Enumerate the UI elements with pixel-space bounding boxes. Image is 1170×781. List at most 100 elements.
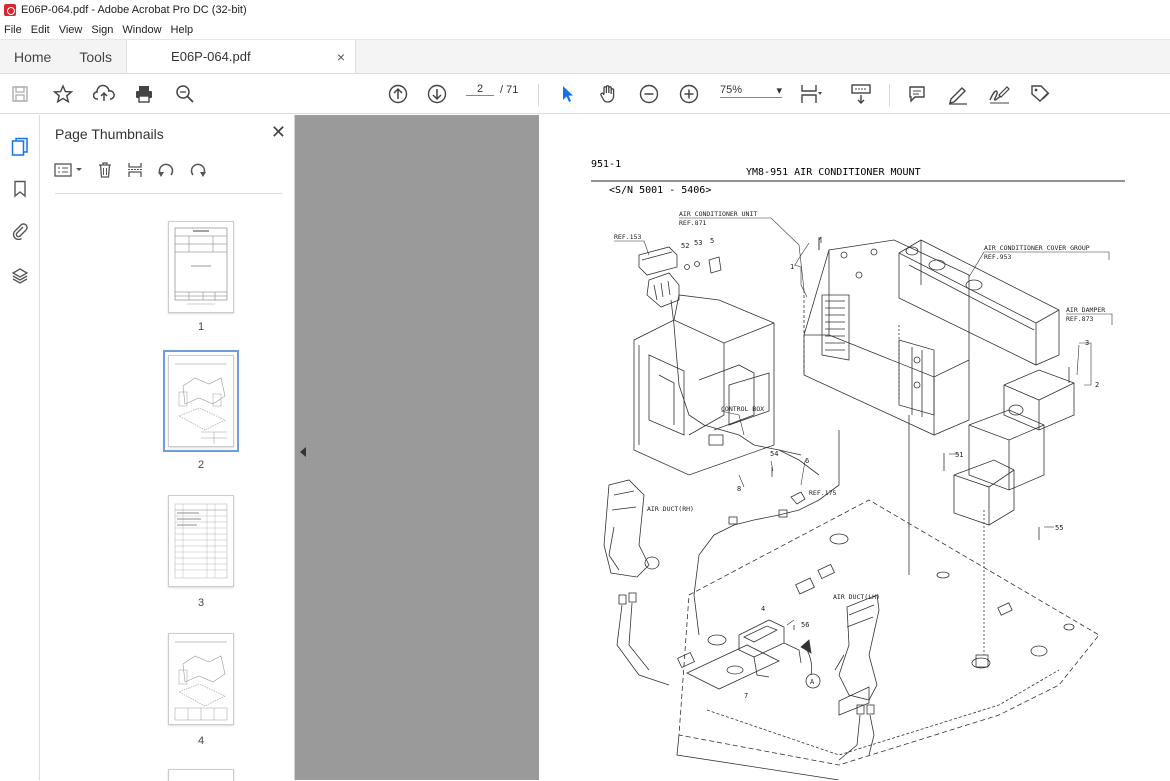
parts-diagram: 951-1 YM8-951 AIR CONDITIONER MOUNT <S/N…: [591, 159, 1125, 780]
callout-53: 53: [694, 239, 702, 247]
delete-pages-icon[interactable]: [96, 161, 114, 184]
zoom-in-icon[interactable]: [676, 81, 702, 107]
zoom-out-icon[interactable]: [636, 81, 662, 107]
highlight-pen-icon[interactable]: [945, 81, 971, 107]
callout-56: 56: [801, 621, 809, 629]
tab-close-icon[interactable]: ×: [337, 49, 345, 65]
thumbnail-label: 1: [197, 321, 205, 333]
acrobat-logo-icon: [4, 4, 16, 16]
label-cover-group-ref: REF.953: [984, 253, 1011, 261]
document-viewer[interactable]: 951-1 YM8-951 AIR CONDITIONER MOUNT <S/N…: [315, 115, 1170, 780]
thumbnail-page-4[interactable]: [168, 633, 234, 725]
callout-51: 51: [955, 451, 963, 459]
thumbnail-page-1[interactable]: [168, 221, 234, 313]
callout-7: 7: [744, 692, 748, 700]
chevron-down-icon: ▾: [776, 85, 782, 97]
sign-icon[interactable]: [986, 81, 1012, 107]
page-thumbnails-icon[interactable]: [8, 135, 32, 159]
next-page-icon[interactable]: [424, 81, 450, 107]
tab-document-label: E06P-064.pdf: [171, 49, 251, 64]
callout-2: 2: [1095, 381, 1099, 389]
menu-bar: File Edit View Sign Window Help: [0, 20, 1170, 40]
callout-54: 54: [770, 450, 778, 458]
label-ref175: REF.175: [809, 489, 836, 497]
label-ac-unit: AIR CONDITIONER UNIT: [679, 210, 757, 218]
comment-icon[interactable]: [904, 81, 930, 107]
thumbnail-label: 4: [197, 735, 205, 747]
panel-divider: [55, 193, 282, 194]
save-icon[interactable]: [7, 81, 33, 107]
bookmarks-icon[interactable]: [8, 177, 32, 201]
thumbnail-page-2[interactable]: [163, 350, 239, 452]
zoom-value: 75%: [720, 84, 743, 96]
label-cover-group: AIR CONDITIONER COVER GROUP: [984, 244, 1090, 252]
menu-file[interactable]: File: [4, 24, 22, 36]
window-titlebar: E06P-064.pdf - Adobe Acrobat Pro DC (32-…: [0, 0, 1170, 20]
insert-pages-icon[interactable]: [126, 161, 144, 184]
left-rail: [0, 115, 40, 780]
tab-tools[interactable]: Tools: [65, 40, 126, 73]
hand-tool-icon[interactable]: [595, 81, 621, 107]
layers-icon[interactable]: [8, 264, 32, 288]
current-page-input[interactable]: 2: [466, 83, 494, 96]
thumbnail-options-icon[interactable]: [54, 162, 84, 183]
total-pages: / 71: [500, 83, 519, 96]
upload-cloud-icon[interactable]: [91, 81, 117, 107]
panel-toolbar: [54, 161, 220, 184]
menu-window[interactable]: Window: [122, 24, 161, 36]
collapse-panel-icon[interactable]: [300, 447, 306, 457]
window-title: E06P-064.pdf - Adobe Acrobat Pro DC (32-…: [21, 4, 247, 16]
page-heading: YM8-951 AIR CONDITIONER MOUNT: [746, 167, 921, 178]
menu-help[interactable]: Help: [171, 24, 194, 36]
callout-5: 5: [710, 237, 714, 245]
panel-title: Page Thumbnails: [55, 126, 164, 142]
attachments-icon[interactable]: [8, 219, 32, 243]
zoom-search-icon[interactable]: [172, 81, 198, 107]
scroll-mode-icon[interactable]: [848, 81, 874, 107]
toolbar-divider: [889, 84, 890, 106]
page-code: 951-1: [591, 159, 621, 170]
callout-4: 4: [761, 605, 765, 613]
print-icon[interactable]: [131, 81, 157, 107]
label-control-box: CONTROL BOX: [721, 405, 764, 413]
tab-bar: Home Tools E06P-064.pdf ×: [0, 40, 1170, 74]
thumbnails-panel: Page Thumbnails ✕ 1 2 3 4: [40, 115, 329, 781]
thumbnail-page-3[interactable]: [168, 495, 234, 587]
toolbar-divider: [538, 84, 539, 106]
rotate-clockwise-icon[interactable]: [188, 161, 208, 184]
callout-1: 1: [790, 263, 794, 271]
bookmark-star-icon[interactable]: [50, 81, 76, 107]
serial-range: <S/N 5001 - 5406>: [609, 185, 711, 196]
label-air-duct-rh: AIR DUCT(RH): [647, 505, 694, 513]
main-toolbar: 2 / 71 75% ▾: [0, 74, 1170, 114]
select-arrow-icon[interactable]: [555, 81, 581, 107]
previous-page-icon[interactable]: [385, 81, 411, 107]
zoom-select[interactable]: 75% ▾: [720, 84, 782, 98]
fill-sign-tag-icon[interactable]: [1027, 81, 1053, 107]
menu-edit[interactable]: Edit: [31, 24, 50, 36]
callout-52: 52: [681, 242, 689, 250]
rotate-counterclockwise-icon[interactable]: [156, 161, 176, 184]
callout-3: 3: [1085, 339, 1089, 347]
pdf-page: 951-1 YM8-951 AIR CONDITIONER MOUNT <S/N…: [539, 115, 1170, 780]
page-navigator: 2 / 71: [466, 83, 518, 96]
menu-view[interactable]: View: [59, 24, 83, 36]
thumbnail-label: 2: [197, 459, 205, 471]
panel-collapse-strip[interactable]: [295, 115, 315, 780]
thumbnail-page-5-partial[interactable]: [168, 769, 234, 781]
workspace: Page Thumbnails ✕ 1 2 3 4 951-1 YM8-951 …: [0, 115, 1170, 781]
tab-home[interactable]: Home: [0, 40, 65, 73]
label-ac-unit-ref: REF.871: [679, 219, 706, 227]
menu-sign[interactable]: Sign: [91, 24, 113, 36]
label-air-damper: AIR DAMPER: [1066, 306, 1105, 314]
callout-a: A: [810, 678, 815, 686]
callout-55: 55: [1055, 524, 1063, 532]
label-ref153: REF.153: [614, 233, 641, 241]
page-fit-icon[interactable]: [798, 81, 824, 107]
tab-document[interactable]: E06P-064.pdf ×: [126, 40, 357, 73]
panel-close-icon[interactable]: ✕: [271, 122, 286, 143]
label-air-damper-ref: REF.873: [1066, 315, 1093, 323]
thumbnail-label: 3: [197, 597, 205, 609]
callout-8: 8: [737, 485, 741, 493]
label-air-duct-lh: AIR DUCT(LH): [833, 593, 880, 601]
